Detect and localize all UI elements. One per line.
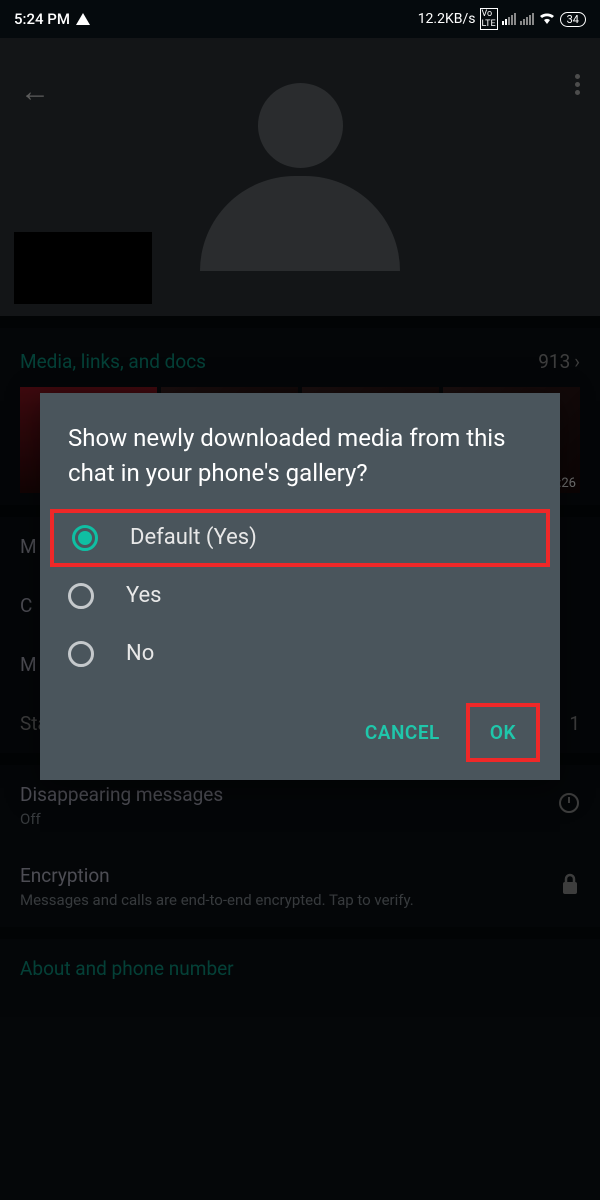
triangle-icon [76, 13, 90, 25]
signal-icon-2 [520, 13, 534, 25]
signal-icon [502, 13, 516, 25]
network-speed: 12.2KB/s [418, 11, 476, 27]
radio-icon [68, 641, 94, 667]
radio-option-default[interactable]: Default (Yes) [50, 509, 550, 567]
battery-icon: 34 [560, 12, 586, 27]
radio-icon [68, 583, 94, 609]
status-bar: 5:24 PM 12.2KB/s VoLTE 34 [0, 0, 600, 38]
wifi-icon [538, 10, 556, 28]
radio-label: No [126, 641, 154, 666]
status-time: 5:24 PM [14, 10, 70, 28]
radio-label: Yes [126, 583, 162, 608]
radio-option-no[interactable]: No [40, 625, 560, 683]
radio-icon [72, 525, 98, 551]
ok-button[interactable]: OK [466, 703, 540, 762]
dialog-title: Show newly downloaded media from this ch… [40, 421, 560, 509]
media-visibility-dialog: Show newly downloaded media from this ch… [40, 393, 560, 780]
volte-icon: VoLTE [480, 8, 498, 30]
cancel-button[interactable]: CANCEL [345, 709, 460, 756]
radio-label: Default (Yes) [130, 525, 257, 550]
radio-option-yes[interactable]: Yes [40, 567, 560, 625]
